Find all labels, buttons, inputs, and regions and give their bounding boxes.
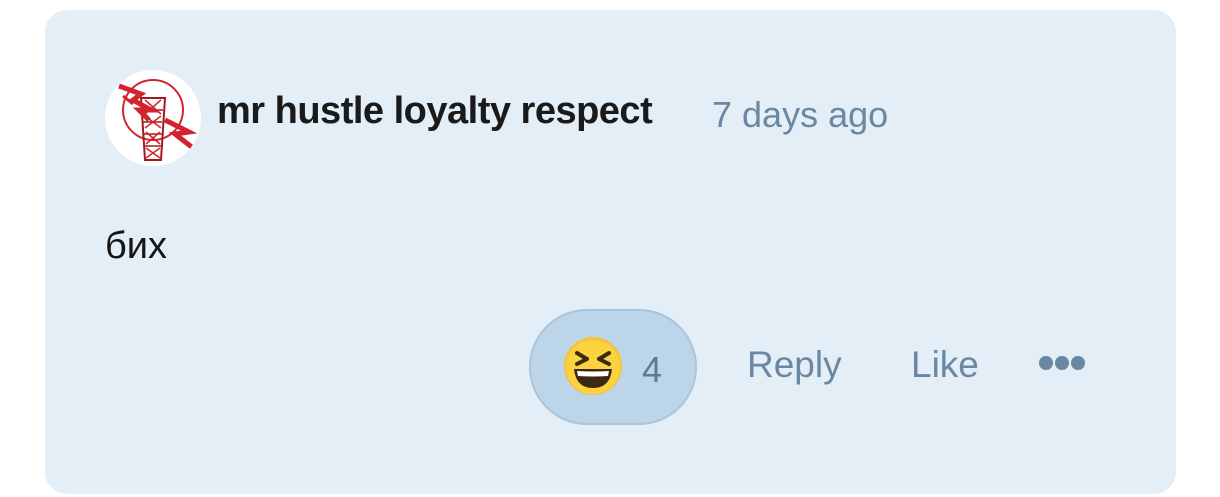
more-options-button[interactable] xyxy=(1038,353,1088,373)
comment-author[interactable]: mr hustle loyalty respect xyxy=(217,90,653,133)
comment-body: бих xyxy=(105,225,167,267)
reaction-count: 4 xyxy=(642,349,663,390)
avatar[interactable] xyxy=(105,70,201,166)
like-button[interactable]: Like xyxy=(911,344,979,386)
reaction-button[interactable]: 4 xyxy=(529,309,697,425)
comment-card: mr hustle loyalty respect 7 days ago бих… xyxy=(45,10,1176,494)
reply-button[interactable]: Reply xyxy=(747,344,842,386)
comment-timestamp: 7 days ago xyxy=(712,94,889,135)
grinning-squinting-face-icon xyxy=(564,337,622,395)
hustle-loyalty-respect-logo-icon xyxy=(118,79,198,161)
more-horizontal-icon xyxy=(1039,356,1085,370)
